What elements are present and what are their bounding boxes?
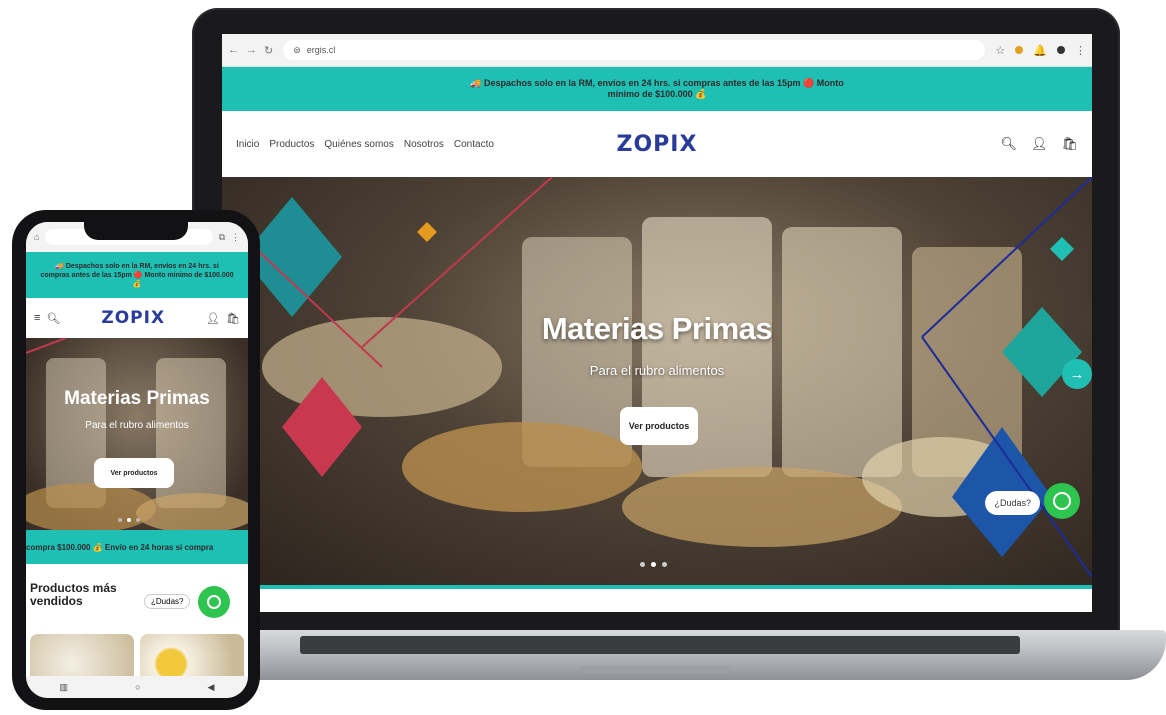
- phone-notch: [84, 218, 188, 240]
- reload-icon[interactable]: ↻: [264, 44, 273, 57]
- hero-slider: Materias Primas Para el rubro alimentos …: [222, 177, 1092, 589]
- hero-decoration: [222, 177, 1092, 578]
- phone-promo-banner: 🚚 Despachos solo en la RM, envíos en 24 …: [26, 252, 248, 298]
- url-text: ergis.cl: [306, 45, 336, 55]
- browser-nav-buttons: ← → ↻: [228, 44, 273, 57]
- hero-subtitle: Para el rubro alimentos: [589, 363, 725, 378]
- cart-icon[interactable]: 🛍︎: [226, 312, 240, 325]
- star-icon[interactable]: ☆: [995, 44, 1005, 57]
- site-info-icon[interactable]: ⊜: [293, 45, 301, 56]
- phone-hero-decoration: [26, 338, 248, 530]
- phone-logo[interactable]: ZOPIX: [66, 308, 200, 328]
- phone-hero: Materias Primas Para el rubro alimentos …: [26, 338, 248, 530]
- menu-item-nosotros[interactable]: Nosotros: [404, 139, 444, 150]
- back-icon[interactable]: ←: [228, 44, 239, 57]
- search-icon[interactable]: 🔍︎: [46, 312, 60, 325]
- promo-banner: 🚚 Despachos solo en la RM, envíos en 24 …: [222, 67, 1092, 111]
- phone-whatsapp-button[interactable]: [198, 586, 230, 618]
- slider-dot[interactable]: [662, 562, 667, 567]
- back-icon[interactable]: ◀: [208, 682, 215, 693]
- phone-screen: ⌂ ⧉ ⋮ 🚚 Despachos solo en la RM, envíos …: [26, 222, 248, 698]
- browser-toolbar: ← → ↻ ⊜ ergis.cl ☆ 🔔 ⋮: [222, 34, 1092, 67]
- best-sellers-section: Productos más vendidos ¿Dudas?: [26, 564, 248, 634]
- menu-item-contacto[interactable]: Contacto: [454, 139, 494, 150]
- hamburger-icon[interactable]: ≡: [34, 312, 40, 324]
- laptop-keyboard-edge: [300, 636, 1020, 654]
- next-slide-button[interactable]: →: [1062, 359, 1092, 389]
- site-header: Inicio Productos Quiénes somos Nosotros …: [222, 111, 1092, 177]
- hero-title: Materias Primas: [541, 311, 773, 346]
- slider-dots: [640, 562, 667, 567]
- main-menu: Inicio Productos Quiénes somos Nosotros …: [236, 139, 617, 150]
- phone-hero-title: Materias Primas: [64, 388, 210, 409]
- search-icon[interactable]: 🔍︎: [1000, 136, 1017, 152]
- browser-extensions: ☆ 🔔 ⋮: [995, 44, 1086, 57]
- phone-slider-dots: [118, 518, 140, 522]
- phone-system-nav: ▥ ○ ◀: [26, 676, 248, 698]
- menu-kebab-icon[interactable]: ⋮: [1075, 44, 1086, 57]
- slider-dot[interactable]: [136, 518, 140, 522]
- phone-ver-productos-button[interactable]: Ver productos: [94, 458, 174, 488]
- forward-icon[interactable]: →: [246, 44, 257, 57]
- user-icon[interactable]: 👤︎: [1031, 136, 1048, 152]
- arrow-right-icon: →: [1069, 365, 1085, 383]
- laptop-lip: [580, 666, 730, 674]
- slider-dot[interactable]: [118, 518, 122, 522]
- header-icons: 🔍︎ 👤︎ 🛍︎: [697, 136, 1078, 152]
- phone-marquee-banner: compra $100.000 💰 Envío en 24 horas si c…: [26, 530, 248, 564]
- site-logo[interactable]: ZOPIX: [617, 132, 698, 157]
- dudas-bubble[interactable]: ¿Dudas?: [985, 491, 1040, 515]
- menu-kebab-icon[interactable]: ⋮: [231, 232, 240, 243]
- extension-icon[interactable]: [1015, 46, 1024, 54]
- home-button-icon[interactable]: ○: [135, 682, 140, 692]
- logo-text: ZOPIX: [616, 131, 698, 157]
- recents-icon[interactable]: ▥: [60, 682, 69, 693]
- laptop-screen: ← → ↻ ⊜ ergis.cl ☆ 🔔 ⋮ 🚚 Despachos solo …: [222, 34, 1092, 612]
- slider-dot-active[interactable]: [127, 518, 131, 522]
- whatsapp-button[interactable]: [1044, 483, 1080, 519]
- menu-item-inicio[interactable]: Inicio: [236, 139, 259, 150]
- hero-accent-bar: [222, 585, 1092, 589]
- whatsapp-icon: [207, 595, 221, 609]
- phone-header: ≡ 🔍︎ ZOPIX 👤︎ 🛍︎: [26, 298, 248, 338]
- phone-hero-subtitle: Para el rubro alimentos: [85, 420, 189, 431]
- home-icon[interactable]: ⌂: [34, 232, 39, 242]
- menu-item-productos[interactable]: Productos: [269, 139, 314, 150]
- cart-icon[interactable]: 🛍︎: [1061, 136, 1078, 152]
- whatsapp-icon: [1053, 492, 1071, 510]
- tabs-icon[interactable]: ⧉: [219, 232, 225, 243]
- profile-avatar[interactable]: [1057, 46, 1065, 54]
- best-sellers-title: Productos más vendidos: [30, 581, 117, 608]
- address-bar[interactable]: ⊜ ergis.cl: [283, 40, 986, 60]
- slider-dot[interactable]: [640, 562, 645, 567]
- slider-dot-active[interactable]: [651, 562, 656, 567]
- phone-dudas-bubble[interactable]: ¿Dudas?: [144, 594, 191, 609]
- menu-item-quienes-somos[interactable]: Quiénes somos: [324, 139, 393, 150]
- bell-icon[interactable]: 🔔: [1033, 44, 1047, 57]
- user-icon[interactable]: 👤︎: [206, 312, 220, 325]
- ver-productos-button[interactable]: Ver productos: [620, 407, 698, 445]
